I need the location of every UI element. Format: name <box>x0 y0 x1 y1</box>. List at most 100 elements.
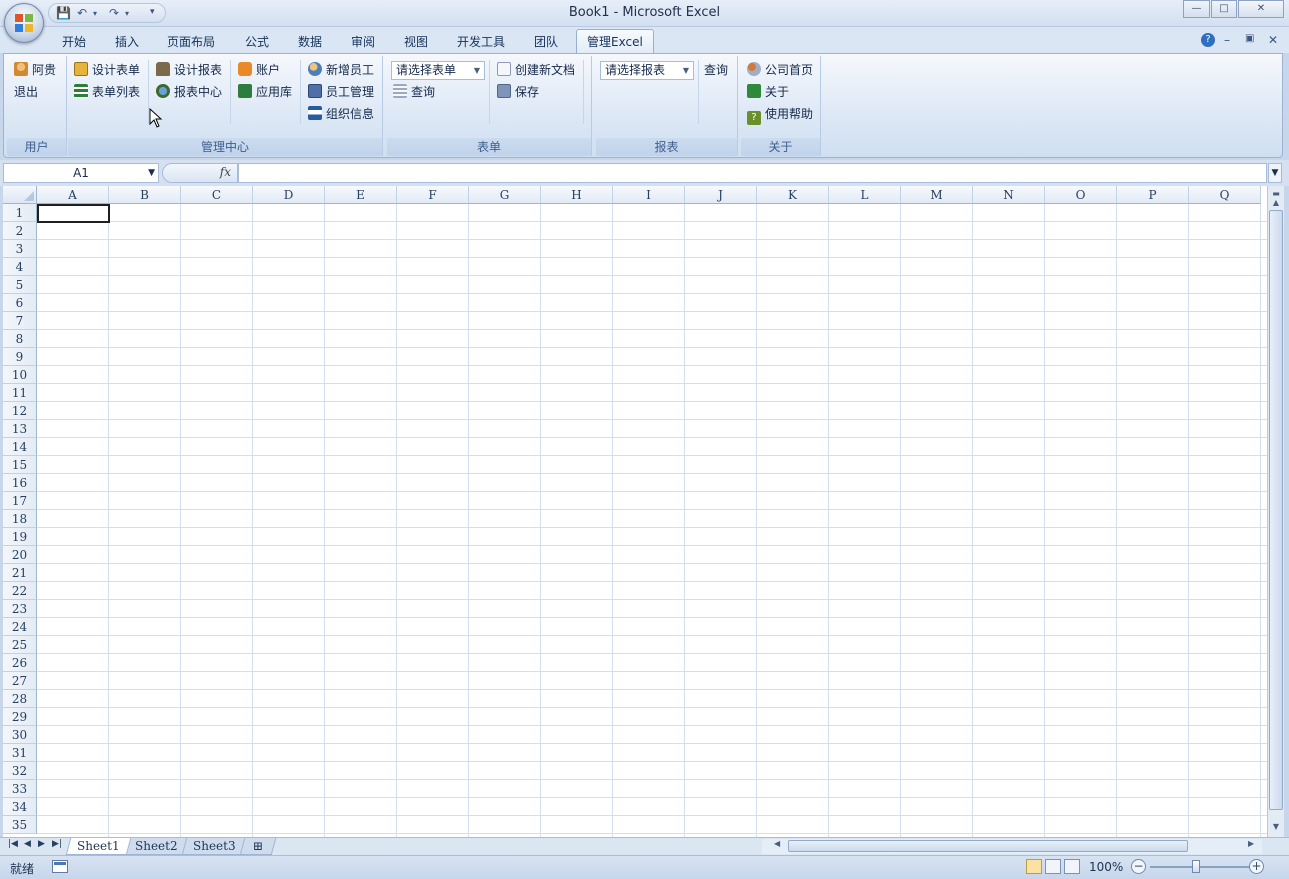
name-box[interactable]: A1 ▼ <box>3 163 159 183</box>
form-save-button[interactable]: 保存 <box>497 83 539 102</box>
column-header-p[interactable]: P <box>1117 186 1189 204</box>
tab-home[interactable]: 开始 <box>62 33 86 50</box>
row-header-12[interactable]: 12 <box>3 402 37 420</box>
row-header-5[interactable]: 5 <box>3 276 37 294</box>
normal-view-button[interactable] <box>1026 859 1042 874</box>
tab-developer[interactable]: 开发工具 <box>457 33 505 50</box>
row-header-3[interactable]: 3 <box>3 240 37 258</box>
tab-manage-excel[interactable]: 管理Excel <box>576 29 654 54</box>
about-button[interactable]: 关于 <box>747 83 789 102</box>
tab-page-layout[interactable]: 页面布局 <box>167 33 215 50</box>
column-header-k[interactable]: K <box>757 186 829 204</box>
row-header-25[interactable]: 25 <box>3 636 37 654</box>
column-header-c[interactable]: C <box>181 186 253 204</box>
row-header-18[interactable]: 18 <box>3 510 37 528</box>
ribbon-restore-icon[interactable]: ▣ <box>1245 33 1254 44</box>
horizontal-scrollbar[interactable]: ◀ ▶ <box>762 839 1262 854</box>
zoom-level[interactable]: 100% <box>1089 860 1123 874</box>
worksheet-grid[interactable]: ABCDEFGHIJKLMNOPQ 1 2 3 4 5 6 7 8 9 10 11 12 13 14 15 1… <box>3 186 1267 837</box>
company-home-button[interactable]: 公司首页 <box>747 61 813 80</box>
active-cell-a1[interactable] <box>37 204 110 223</box>
prev-sheet-icon[interactable]: ◀ <box>24 839 31 849</box>
app-library-button[interactable]: 应用库 <box>238 83 292 102</box>
insert-sheet-button[interactable]: ⊞ <box>239 838 277 855</box>
add-employee-button[interactable]: 新增员工 <box>308 61 374 80</box>
column-header-f[interactable]: F <box>397 186 469 204</box>
tab-view[interactable]: 视图 <box>404 33 428 50</box>
next-sheet-icon[interactable]: ▶ <box>38 839 45 849</box>
tab-insert[interactable]: 插入 <box>115 33 139 50</box>
row-header-27[interactable]: 27 <box>3 672 37 690</box>
restore-button[interactable]: □ <box>1211 0 1237 18</box>
column-header-o[interactable]: O <box>1045 186 1117 204</box>
report-center-button[interactable]: 报表中心 <box>156 83 222 102</box>
insert-function-button[interactable]: fx <box>162 163 238 183</box>
form-list-button[interactable]: 表单列表 <box>74 83 140 102</box>
org-info-button[interactable]: 组织信息 <box>308 105 374 124</box>
tab-formulas[interactable]: 公式 <box>245 33 269 50</box>
row-header-10[interactable]: 10 <box>3 366 37 384</box>
row-header-32[interactable]: 32 <box>3 762 37 780</box>
create-doc-button[interactable]: 创建新文档 <box>497 61 575 80</box>
account-button[interactable]: 账户 <box>238 61 280 80</box>
row-header-23[interactable]: 23 <box>3 600 37 618</box>
column-header-j[interactable]: J <box>685 186 757 204</box>
row-header-24[interactable]: 24 <box>3 618 37 636</box>
row-header-19[interactable]: 19 <box>3 528 37 546</box>
ribbon-minimize-icon[interactable]: – <box>1224 33 1230 47</box>
column-header-e[interactable]: E <box>325 186 397 204</box>
tab-review[interactable]: 审阅 <box>351 33 375 50</box>
row-header-16[interactable]: 16 <box>3 474 37 492</box>
zoom-slider-track[interactable] <box>1150 866 1250 868</box>
row-header-2[interactable]: 2 <box>3 222 37 240</box>
row-header-33[interactable]: 33 <box>3 780 37 798</box>
column-header-n[interactable]: N <box>973 186 1045 204</box>
employee-manage-button[interactable]: 员工管理 <box>308 83 374 102</box>
zoom-in-icon[interactable]: + <box>1249 859 1264 874</box>
row-header-20[interactable]: 20 <box>3 546 37 564</box>
office-button[interactable] <box>4 3 44 43</box>
select-report-dropdown[interactable]: 请选择报表 ▼ <box>600 61 694 80</box>
select-form-dropdown[interactable]: 请选择表单 ▼ <box>391 61 485 80</box>
row-header-30[interactable]: 30 <box>3 726 37 744</box>
scroll-up-icon[interactable]: ▲ <box>1269 196 1283 210</box>
design-report-button[interactable]: 设计报表 <box>156 61 222 80</box>
scroll-right-icon[interactable]: ▶ <box>1248 839 1254 848</box>
row-header-6[interactable]: 6 <box>3 294 37 312</box>
help-button[interactable]: ? 使用帮助 <box>747 105 813 125</box>
column-header-g[interactable]: G <box>469 186 541 204</box>
user-name-button[interactable]: 阿贵 <box>14 61 56 80</box>
logout-button[interactable]: 退出 <box>14 83 38 102</box>
scroll-down-icon[interactable]: ▼ <box>1269 820 1283 834</box>
page-layout-view-button[interactable] <box>1045 859 1061 874</box>
row-header-1[interactable]: 1 <box>3 204 37 222</box>
column-header-l[interactable]: L <box>829 186 901 204</box>
column-header-a[interactable]: A <box>37 186 109 204</box>
row-header-26[interactable]: 26 <box>3 654 37 672</box>
close-button[interactable]: ✕ <box>1238 0 1284 18</box>
design-form-button[interactable]: 设计表单 <box>74 61 140 80</box>
row-header-11[interactable]: 11 <box>3 384 37 402</box>
page-break-view-button[interactable] <box>1064 859 1080 874</box>
row-header-29[interactable]: 29 <box>3 708 37 726</box>
row-header-15[interactable]: 15 <box>3 456 37 474</box>
record-macro-icon[interactable] <box>52 860 68 873</box>
zoom-out-icon[interactable]: − <box>1131 859 1146 874</box>
tab-data[interactable]: 数据 <box>298 33 322 50</box>
column-header-b[interactable]: B <box>109 186 181 204</box>
column-header-h[interactable]: H <box>541 186 613 204</box>
column-header-d[interactable]: D <box>253 186 325 204</box>
sheet-tab-sheet3[interactable]: Sheet3 <box>181 838 247 855</box>
scroll-left-icon[interactable]: ◀ <box>774 839 780 848</box>
sheet-tab-sheet2[interactable]: Sheet2 <box>123 838 189 855</box>
report-query-button[interactable]: 查询 <box>704 61 728 80</box>
ribbon-close-icon[interactable]: ✕ <box>1268 33 1278 47</box>
row-header-35[interactable]: 35 <box>3 816 37 834</box>
expand-formula-bar-button[interactable]: ▼ <box>1268 163 1282 183</box>
row-header-7[interactable]: 7 <box>3 312 37 330</box>
row-header-17[interactable]: 17 <box>3 492 37 510</box>
tab-team[interactable]: 团队 <box>534 33 558 50</box>
vertical-scrollbar[interactable]: ▬ ▲ ▼ <box>1267 186 1284 837</box>
column-header-q[interactable]: Q <box>1189 186 1261 204</box>
row-header-31[interactable]: 31 <box>3 744 37 762</box>
